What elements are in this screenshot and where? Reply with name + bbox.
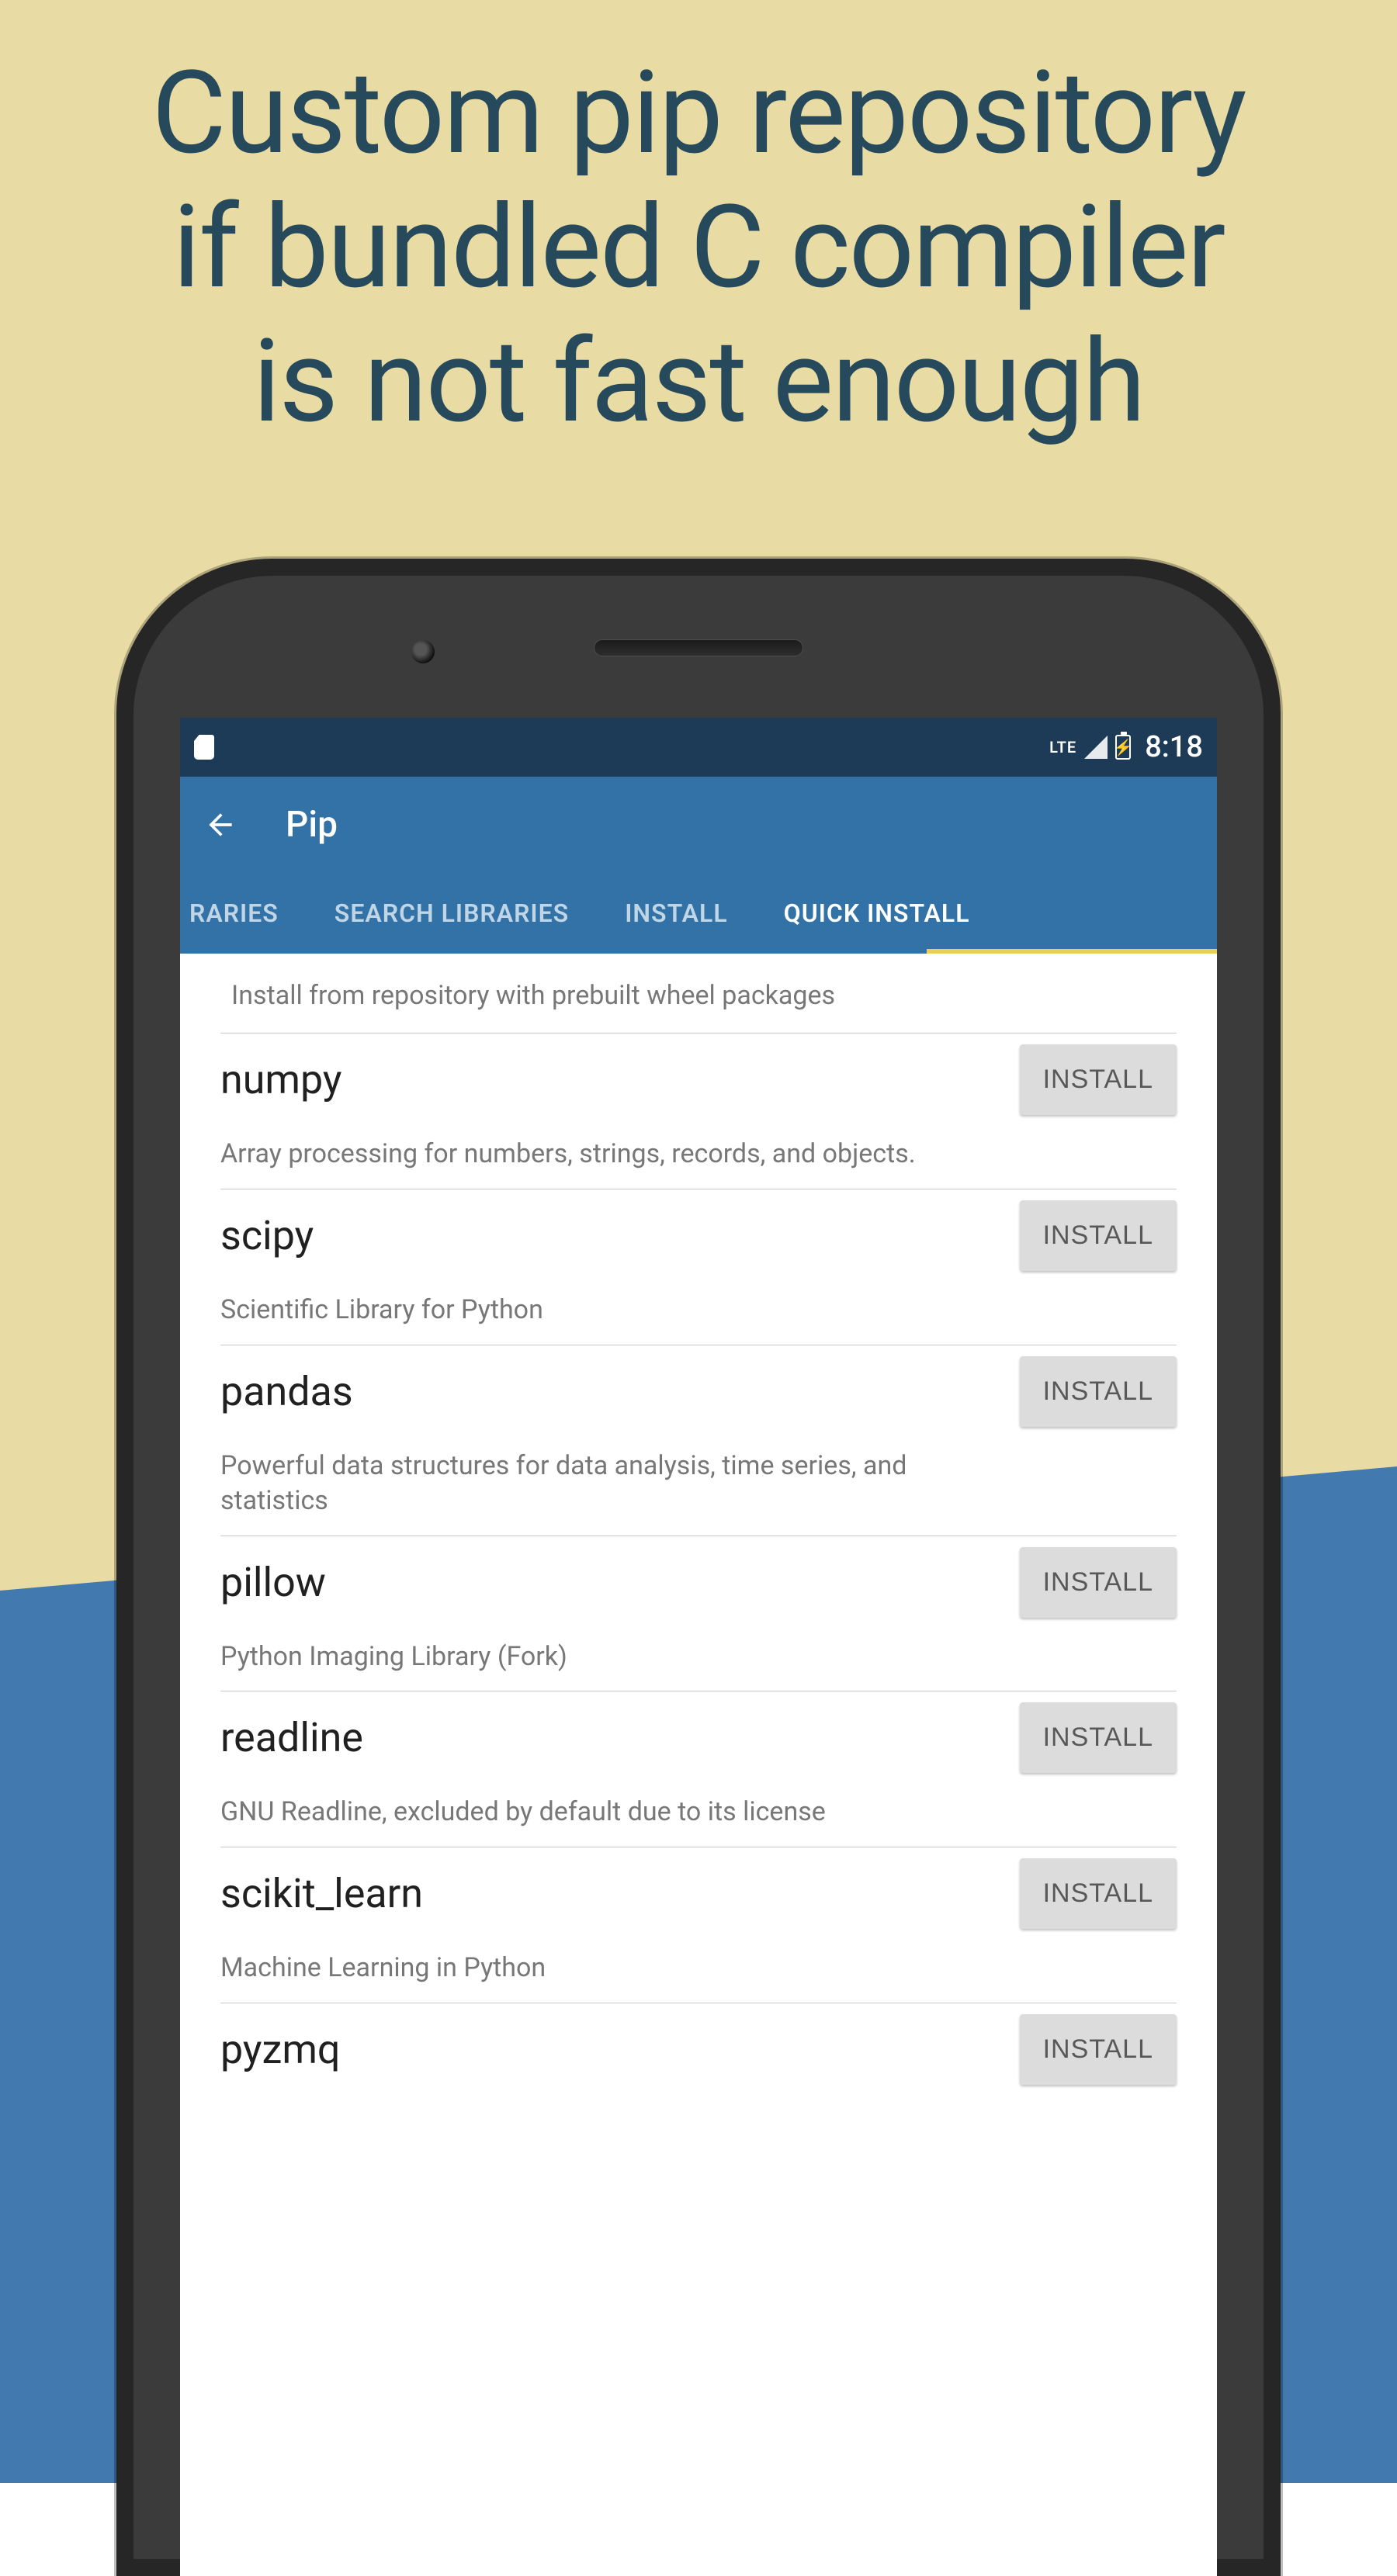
install-button[interactable]: INSTALL — [1020, 1858, 1177, 1929]
install-button[interactable]: INSTALL — [1020, 2014, 1177, 2085]
tab-label: QUICK INSTALL — [784, 898, 970, 928]
tab-install[interactable]: INSTALL — [597, 872, 755, 954]
phone-camera — [411, 640, 435, 663]
arrow-left-icon — [203, 808, 237, 842]
package-row: pyzmq INSTALL — [220, 2003, 1177, 2093]
package-row: numpy INSTALL Array processing for numbe… — [220, 1034, 1177, 1189]
battery-charging-icon: ⚡ — [1115, 735, 1131, 760]
package-row: pillow INSTALL Python Imaging Library (F… — [220, 1536, 1177, 1692]
tab-label: SEARCH LIBRARIES — [335, 898, 569, 928]
headline-line: if bundled C compiler — [172, 181, 1224, 315]
package-name: readline — [220, 1714, 363, 1761]
package-row: scipy INSTALL Scientific Library for Pyt… — [220, 1189, 1177, 1345]
phone-speaker — [594, 639, 803, 656]
phone-screen: LTE ⚡ 8:18 Pip RARIES SEARCH LIBRARIES I… — [180, 718, 1217, 2576]
intro-text: Install from repository with prebuilt wh… — [220, 954, 1177, 1033]
tab-label: INSTALL — [625, 898, 727, 928]
package-name: pandas — [220, 1368, 353, 1415]
tab-bar: RARIES SEARCH LIBRARIES INSTALL QUICK IN… — [180, 872, 1217, 954]
headline-line: is not fast enough — [253, 315, 1145, 449]
page-title: Pip — [286, 804, 338, 846]
package-description: Powerful data structures for data analys… — [220, 1435, 981, 1536]
package-description: GNU Readline, excluded by default due to… — [220, 1781, 981, 1847]
tab-indicator — [927, 949, 1217, 954]
headline-line: Custom pip repository — [151, 47, 1245, 181]
install-button[interactable]: INSTALL — [1020, 1702, 1177, 1773]
package-description: Machine Learning in Python — [220, 1937, 981, 2003]
sdcard-icon — [194, 735, 214, 760]
install-button[interactable]: INSTALL — [1020, 1200, 1177, 1271]
network-lte-label: LTE — [1049, 738, 1076, 757]
phone-frame: LTE ⚡ 8:18 Pip RARIES SEARCH LIBRARIES I… — [116, 559, 1281, 2576]
package-name: scipy — [220, 1212, 314, 1259]
status-bar: LTE ⚡ 8:18 — [180, 718, 1217, 777]
app-bar: Pip — [180, 777, 1217, 872]
clock-label: 8:18 — [1145, 730, 1203, 764]
marketing-headline: Custom pip repository if bundled C compi… — [0, 47, 1397, 449]
package-row: scikit_learn INSTALL Machine Learning in… — [220, 1847, 1177, 2003]
tab-search-libraries[interactable]: SEARCH LIBRARIES — [307, 872, 597, 954]
install-button[interactable]: INSTALL — [1020, 1356, 1177, 1427]
package-description: Python Imaging Library (Fork) — [220, 1626, 981, 1691]
package-description: Scientific Library for Python — [220, 1279, 981, 1345]
tab-quick-install[interactable]: QUICK INSTALL — [756, 872, 998, 954]
package-name: pyzmq — [220, 2026, 340, 2073]
install-button[interactable]: INSTALL — [1020, 1044, 1177, 1115]
package-row: readline INSTALL GNU Readline, excluded … — [220, 1691, 1177, 1847]
content-area: Install from repository with prebuilt wh… — [180, 954, 1217, 2093]
tab-label: RARIES — [189, 898, 279, 928]
package-row: pandas INSTALL Powerful data structures … — [220, 1345, 1177, 1536]
back-button[interactable] — [202, 806, 239, 843]
package-name: numpy — [220, 1056, 342, 1103]
package-name: pillow — [220, 1559, 326, 1606]
tab-libraries[interactable]: RARIES — [180, 872, 307, 954]
signal-icon — [1084, 736, 1108, 759]
package-description: Array processing for numbers, strings, r… — [220, 1123, 981, 1189]
package-name: scikit_learn — [220, 1870, 423, 1917]
install-button[interactable]: INSTALL — [1020, 1547, 1177, 1618]
